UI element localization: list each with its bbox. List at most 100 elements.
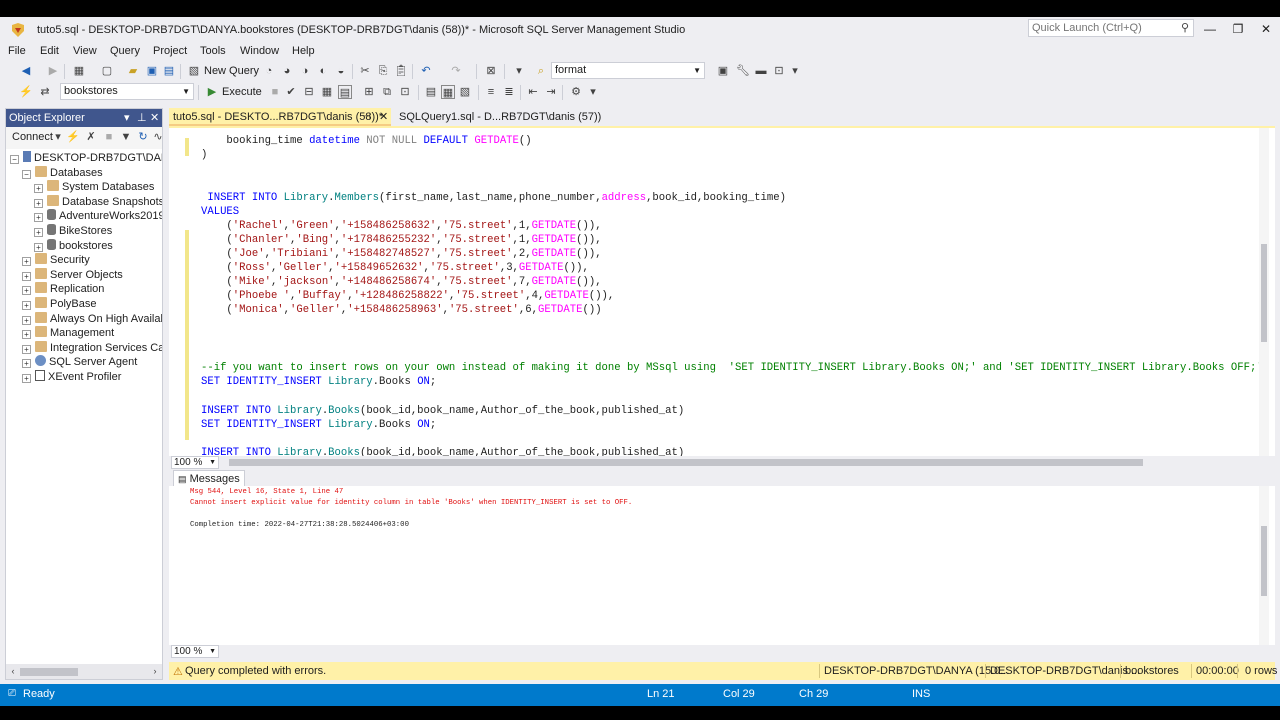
comment-icon[interactable]: ≡ (484, 85, 498, 99)
new-project-icon[interactable]: ▦ (72, 64, 86, 78)
refresh-icon[interactable]: ↻ (136, 130, 150, 144)
results-file-icon[interactable]: ▧ (458, 85, 472, 99)
disconnect-icon[interactable]: ✗ (84, 130, 98, 144)
expand-icon[interactable]: + (34, 242, 43, 252)
include-plan-icon[interactable]: ⧉ (380, 85, 394, 99)
new-query-button[interactable]: New Query (204, 65, 259, 77)
close-icon[interactable]: ✕ (379, 110, 388, 123)
save-icon[interactable]: ▣ (145, 64, 159, 78)
tree-node[interactable]: − DESKTOP-DRB7DGT\DANYA (SQL Server (10, 151, 162, 165)
menu-view[interactable]: View (73, 45, 97, 57)
tree-node[interactable]: + Server Objects (22, 267, 123, 282)
increase-indent-icon[interactable]: ⇥ (544, 85, 558, 99)
messages-pane[interactable]: Msg 544, Level 16, State 1, Line 47 Cann… (169, 486, 1275, 645)
redo-icon[interactable]: ↷ (449, 64, 463, 78)
menu-help[interactable]: Help (292, 45, 315, 57)
expand-icon[interactable]: + (34, 198, 43, 208)
format-combo[interactable]: format ▼ (551, 62, 705, 79)
menu-window[interactable]: Window (240, 45, 279, 57)
expand-icon[interactable]: + (22, 344, 31, 354)
filter-icon[interactable]: ▼ (119, 130, 133, 144)
expand-icon[interactable]: + (34, 213, 43, 223)
editor-zoom-combo[interactable]: 100 % ▼ (171, 456, 219, 469)
scrollbar-thumb[interactable] (20, 668, 78, 676)
uncomment-icon[interactable]: ≣ (502, 85, 516, 99)
menu-query[interactable]: Query (110, 45, 140, 57)
menu-edit[interactable]: Edit (40, 45, 59, 57)
messages-zoom-combo[interactable]: 100 % ▼ (171, 645, 219, 658)
dax-query-icon[interactable]: ◒ (334, 64, 348, 78)
chevron-down-icon[interactable]: ▾ (51, 130, 65, 144)
object-browser-icon[interactable]: ⊡ (772, 64, 786, 78)
close-button[interactable]: ✕ (1254, 20, 1278, 38)
change-connection-icon[interactable]: ⇄ (38, 85, 52, 99)
decrease-indent-icon[interactable]: ⇤ (526, 85, 540, 99)
window-layout-icon[interactable]: ⊠ (484, 64, 498, 78)
messages-scrollbar[interactable] (1259, 486, 1269, 645)
menu-project[interactable]: Project (153, 45, 187, 57)
query-designer-icon[interactable]: ▦ (320, 85, 334, 99)
open-folder-icon[interactable]: ▰ (126, 64, 140, 78)
cancel-query-icon[interactable]: ■ (268, 85, 282, 99)
scroll-right-icon[interactable]: › (148, 664, 162, 678)
expand-icon[interactable]: + (22, 257, 31, 267)
database-combo[interactable]: bookstores ▼ (60, 83, 194, 100)
expand-icon[interactable]: + (22, 301, 31, 310)
minimize-button[interactable]: — (1198, 20, 1222, 38)
tree-node[interactable]: − Databases (22, 165, 103, 180)
menu-file[interactable]: File (8, 45, 26, 57)
execute-button[interactable]: Execute (222, 86, 262, 98)
results-grid-icon[interactable]: ▦ (441, 85, 455, 99)
specify-values-icon[interactable]: ⚙ (569, 85, 583, 99)
display-plan-icon[interactable]: ⊟ (302, 85, 316, 99)
tree-node[interactable]: + SQL Server Agent (22, 355, 137, 369)
activity-monitor-icon[interactable]: ∿ (151, 130, 165, 144)
paste-icon[interactable]: 📋︎ (394, 64, 408, 78)
tab-messages[interactable]: ▤ Messages (173, 470, 245, 486)
tree-node[interactable]: + System Databases (34, 180, 154, 194)
menu-tools[interactable]: Tools (200, 45, 226, 57)
tools-icon[interactable]: 🔧︎ (736, 64, 750, 78)
xmla-query-icon[interactable]: ◐ (316, 64, 330, 78)
tab-sqlquery1-sql[interactable]: SQLQuery1.sql - D...RB7DGT\danis (57)) (395, 108, 605, 126)
quick-launch-input[interactable] (1029, 20, 1169, 36)
connect-icon[interactable]: ⚡ (19, 85, 33, 99)
mdx-query-icon[interactable]: ◕ (280, 64, 294, 78)
pin-icon[interactable]: ⊣ (363, 111, 371, 122)
expand-icon[interactable]: + (22, 315, 31, 325)
scrollbar-thumb[interactable] (1261, 244, 1267, 342)
database-query-icon[interactable]: ◔ (262, 64, 276, 78)
tree-node[interactable]: + Always On High Availability (22, 311, 162, 326)
collapse-icon[interactable]: − (10, 155, 19, 164)
expand-icon[interactable]: + (34, 228, 43, 237)
toolbox-icon[interactable]: ▬ (754, 64, 768, 78)
tree-node[interactable]: + Security (22, 253, 90, 267)
execute-icon[interactable]: ▶ (205, 85, 219, 99)
copy-icon[interactable]: ⎘ (376, 64, 390, 78)
tree-node[interactable]: + BikeStores (34, 224, 112, 238)
sql-editor[interactable]: booking_time datetime NOT NULL DEFAULT G… (169, 126, 1275, 456)
tree-node[interactable]: + bookstores (34, 238, 113, 253)
cut-icon[interactable]: ✂ (358, 64, 372, 78)
expand-icon[interactable]: + (22, 374, 31, 383)
connect-icon[interactable]: ⚡ (66, 130, 80, 144)
editor-horizontal-scrollbar[interactable] (229, 459, 1143, 466)
tree-node[interactable]: + Database Snapshots (34, 194, 162, 209)
pin-icon[interactable]: ⊥ (137, 111, 147, 124)
tree-node[interactable]: + Management (22, 326, 114, 340)
tree-node[interactable]: + AdventureWorks2019 (34, 209, 162, 223)
expand-icon[interactable]: + (22, 271, 31, 281)
new-query-icon[interactable]: ▧ (187, 64, 201, 78)
expand-icon[interactable]: + (22, 359, 31, 369)
editor-vertical-scrollbar[interactable] (1259, 128, 1269, 456)
properties-icon[interactable]: ▣ (716, 64, 730, 78)
query-options-icon[interactable]: ▤ (338, 85, 352, 99)
tree-node[interactable]: + PolyBase (22, 297, 96, 311)
object-explorer-scrollbar[interactable]: ‹ › (6, 664, 162, 679)
parse-icon[interactable]: ✔ (284, 85, 298, 99)
results-text-icon[interactable]: ▤ (424, 85, 438, 99)
tree-node[interactable]: + Integration Services Catalogs (22, 340, 162, 355)
scroll-left-icon[interactable]: ‹ (6, 664, 20, 678)
undo-icon[interactable]: ↶ (419, 64, 433, 78)
collapse-icon[interactable]: − (22, 169, 31, 179)
